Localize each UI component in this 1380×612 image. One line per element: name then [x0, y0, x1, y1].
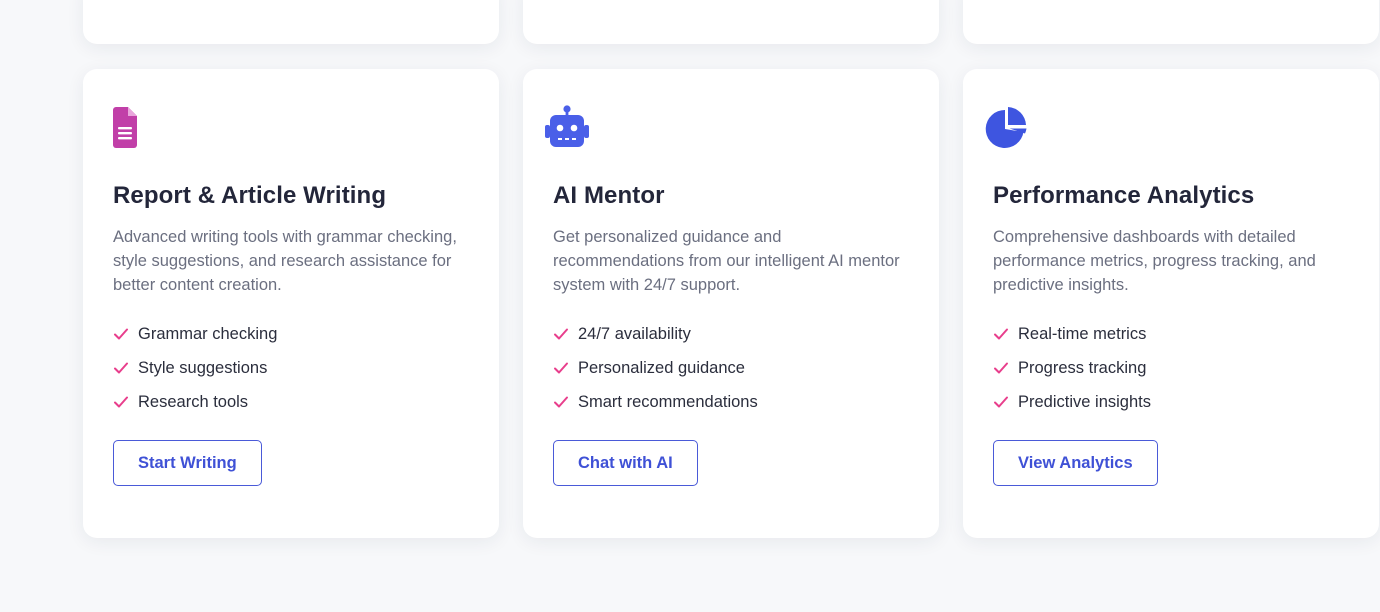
feature-label: Smart recommendations [578, 392, 758, 411]
chat-with-ai-button[interactable]: Chat with AI [553, 440, 698, 486]
feature-label: Personalized guidance [578, 358, 745, 377]
card-description: Comprehensive dashboards with detailed p… [993, 228, 1316, 294]
check-icon [553, 360, 569, 376]
feature-card-ai-mentor: AI Mentor Get personalized guidance and … [523, 69, 939, 538]
previous-row-card [963, 0, 1379, 44]
feature-item: Progress tracking [993, 351, 1349, 385]
card-title: AI Mentor [553, 182, 665, 209]
feature-label: Style suggestions [138, 358, 268, 377]
check-icon [113, 394, 129, 410]
feature-list: Real-time metrics Progress tracking Pred… [993, 317, 1349, 419]
feature-item: Smart recommendations [553, 385, 909, 419]
check-icon [993, 326, 1009, 342]
card-description: Advanced writing tools with grammar chec… [113, 228, 457, 294]
start-writing-button[interactable]: Start Writing [113, 440, 262, 486]
feature-label: Progress tracking [1018, 358, 1147, 377]
feature-item: Real-time metrics [993, 317, 1349, 351]
check-icon [553, 394, 569, 410]
feature-label: Predictive insights [1018, 392, 1151, 411]
check-icon [113, 326, 129, 342]
feature-label: 24/7 availability [578, 324, 691, 343]
view-analytics-button[interactable]: View Analytics [993, 440, 1158, 486]
feature-item: Predictive insights [993, 385, 1349, 419]
feature-item: Grammar checking [113, 317, 469, 351]
feature-label: Real-time metrics [1018, 324, 1147, 343]
feature-label: Grammar checking [138, 324, 278, 343]
feature-list: Grammar checking Style suggestions Resea… [113, 317, 469, 419]
feature-item: Research tools [113, 385, 469, 419]
previous-row-card [523, 0, 939, 44]
feature-item: Personalized guidance [553, 351, 909, 385]
check-icon [993, 394, 1009, 410]
feature-label: Research tools [138, 392, 249, 411]
card-title: Performance Analytics [993, 182, 1255, 209]
check-icon [993, 360, 1009, 376]
check-icon [553, 326, 569, 342]
card-title: Report & Article Writing [113, 182, 387, 209]
pie-chart-icon [981, 105, 1033, 151]
check-icon [113, 360, 129, 376]
feature-card-performance-analytics: Performance Analytics Comprehensive dash… [963, 69, 1379, 538]
feature-item: Style suggestions [113, 351, 469, 385]
previous-row-card [83, 0, 499, 44]
card-description: Get personalized guidance and recommenda… [553, 228, 900, 294]
feature-card-report-writing: Report & Article Writing Advanced writin… [83, 69, 499, 538]
robot-icon [541, 105, 593, 151]
document-icon [101, 105, 153, 151]
features-section: Report & Article Writing Advanced writin… [0, 0, 1380, 612]
feature-list: 24/7 availability Personalized guidance … [553, 317, 909, 419]
feature-item: 24/7 availability [553, 317, 909, 351]
